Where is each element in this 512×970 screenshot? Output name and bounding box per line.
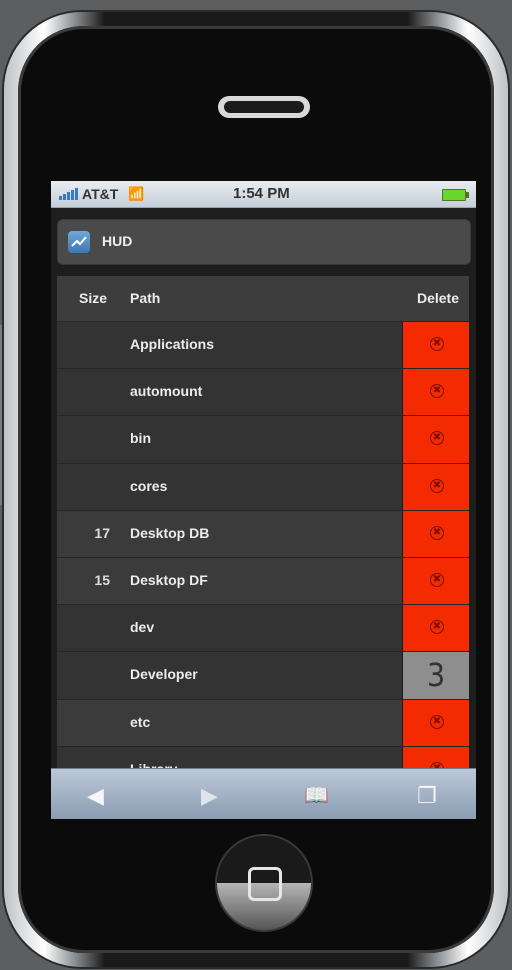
cell-path: Applications xyxy=(130,336,215,352)
delete-icon: ✖ xyxy=(430,572,444,587)
table-row[interactable]: bin ✖ xyxy=(57,416,469,464)
delete-button[interactable]: ✖ xyxy=(402,557,469,605)
forward-arrow-icon[interactable]: ▶ xyxy=(201,783,218,809)
cell-path: Desktop DF xyxy=(130,571,208,588)
pages-icon[interactable]: ❐ xyxy=(417,783,437,809)
back-arrow-icon[interactable]: ◀ xyxy=(87,783,104,809)
cell-path: automount xyxy=(130,383,203,400)
bookmarks-icon[interactable]: 📖 xyxy=(304,783,329,808)
delete-icon: ✖ xyxy=(430,525,444,540)
delete-button[interactable]: ✖ xyxy=(402,322,469,369)
wifi-icon: 📶 xyxy=(128,186,145,201)
delete-icon: ✖ xyxy=(430,478,444,493)
chart-icon xyxy=(68,231,90,253)
signal-icon xyxy=(59,188,78,200)
table-header: Size Path Delete xyxy=(57,276,469,322)
delete-button[interactable]: ✖ xyxy=(402,369,469,416)
status-bar: AT&T 📶 1:54 PM xyxy=(51,181,476,208)
cell-size: 17 xyxy=(94,524,110,541)
app-header: HUD xyxy=(57,219,471,265)
carrier-name: AT&T xyxy=(82,186,119,202)
file-table: Size Path Delete Applications ✖ automoun… xyxy=(57,276,469,794)
delete-icon: ✖ xyxy=(430,384,444,399)
delete-button[interactable]: ✖ xyxy=(402,699,469,746)
cell-path: etc xyxy=(130,713,151,730)
table-row[interactable]: dev ✖ xyxy=(57,605,469,653)
column-header-size[interactable]: Size xyxy=(79,290,107,306)
table-row[interactable]: cores ✖ xyxy=(57,463,469,511)
table-row[interactable]: 15 Desktop DF ✖ xyxy=(57,557,469,606)
home-square-icon xyxy=(248,867,282,901)
earpiece-speaker xyxy=(218,96,310,118)
delete-button[interactable]: ✖ xyxy=(402,463,469,510)
carrier-indicator: AT&T 📶 xyxy=(59,186,144,202)
table-row[interactable]: automount ✖ xyxy=(57,369,469,417)
cell-path: Desktop DB xyxy=(130,524,210,541)
battery-icon xyxy=(442,189,469,201)
status-time: 1:54 PM xyxy=(233,185,290,202)
delete-button[interactable]: ✖ xyxy=(402,510,469,557)
column-header-delete: Delete xyxy=(416,290,459,306)
home-button[interactable] xyxy=(217,836,311,930)
iphone-screen: AT&T 📶 1:54 PM HUD Size Path Delete Appl… xyxy=(51,181,476,819)
delete-button[interactable]: ✖ xyxy=(402,416,469,463)
delete-counter[interactable]: 3 xyxy=(402,652,469,699)
app-title: HUD xyxy=(102,233,133,249)
cell-path: dev xyxy=(130,619,155,636)
delete-button[interactable]: ✖ xyxy=(402,605,469,652)
table-row[interactable]: Applications ✖ xyxy=(57,322,469,370)
table-row[interactable]: 17 Desktop DB ✖ xyxy=(57,510,469,558)
delete-icon: ✖ xyxy=(430,620,444,635)
delete-icon: ✖ xyxy=(430,714,444,729)
delete-icon: ✖ xyxy=(430,337,444,351)
delete-icon: ✖ xyxy=(430,431,444,446)
table-row[interactable]: etc ✖ xyxy=(57,699,469,747)
cell-path: Developer xyxy=(130,666,198,683)
delete-counter-value: 3 xyxy=(426,656,446,695)
safari-toolbar: ◀ ▶ 📖 ❐ xyxy=(51,768,476,819)
cell-path: bin xyxy=(130,430,151,447)
table-row[interactable]: Developer 3 xyxy=(57,652,469,700)
cell-path: cores xyxy=(130,477,168,494)
cell-size: 15 xyxy=(94,571,110,588)
column-header-path[interactable]: Path xyxy=(130,290,160,306)
